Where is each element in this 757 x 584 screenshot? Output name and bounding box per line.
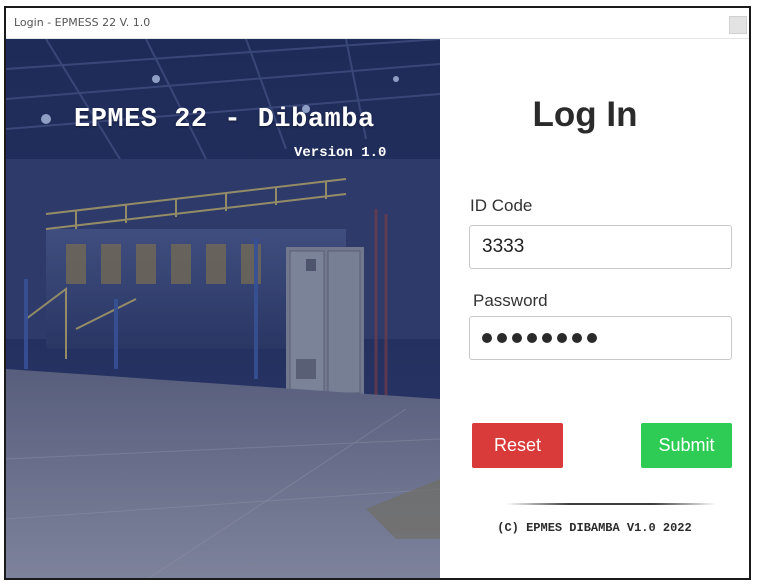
hero-image-panel: EPMES 22 - Dibamba Version 1.0 (6, 39, 440, 578)
close-icon[interactable] (729, 16, 747, 34)
password-mask-dot (572, 333, 582, 343)
login-window: Login - EPMESS 22 V. 1.0 EPMES 22 - Diba… (4, 6, 751, 580)
password-input[interactable] (469, 316, 732, 360)
submit-button[interactable]: Submit (641, 423, 732, 468)
id-code-label: ID Code (470, 196, 533, 215)
login-heading: Log In (532, 95, 638, 134)
password-mask (482, 333, 597, 343)
id-code-input[interactable]: 3333 (469, 225, 732, 269)
footer-divider (506, 503, 716, 505)
password-mask-dot (512, 333, 522, 343)
id-code-value: 3333 (482, 236, 525, 257)
password-mask-dot (557, 333, 567, 343)
login-form-panel: Log In ID Code 3333 Password Reset Submi… (440, 39, 749, 578)
password-mask-dot (497, 333, 507, 343)
password-mask-dot (527, 333, 537, 343)
password-mask-dot (542, 333, 552, 343)
window-title: Login - EPMESS 22 V. 1.0 (14, 16, 151, 29)
reset-button[interactable]: Reset (472, 423, 563, 468)
password-mask-dot (482, 333, 492, 343)
password-mask-dot (587, 333, 597, 343)
title-bar[interactable]: Login - EPMESS 22 V. 1.0 (6, 8, 749, 39)
app-version-label: Version 1.0 (294, 145, 387, 161)
app-name-heading: EPMES 22 - Dibamba (74, 105, 375, 135)
password-label: Password (473, 291, 548, 310)
copyright-text: (C) EPMES DIBAMBA V1.0 2022 (497, 521, 692, 535)
